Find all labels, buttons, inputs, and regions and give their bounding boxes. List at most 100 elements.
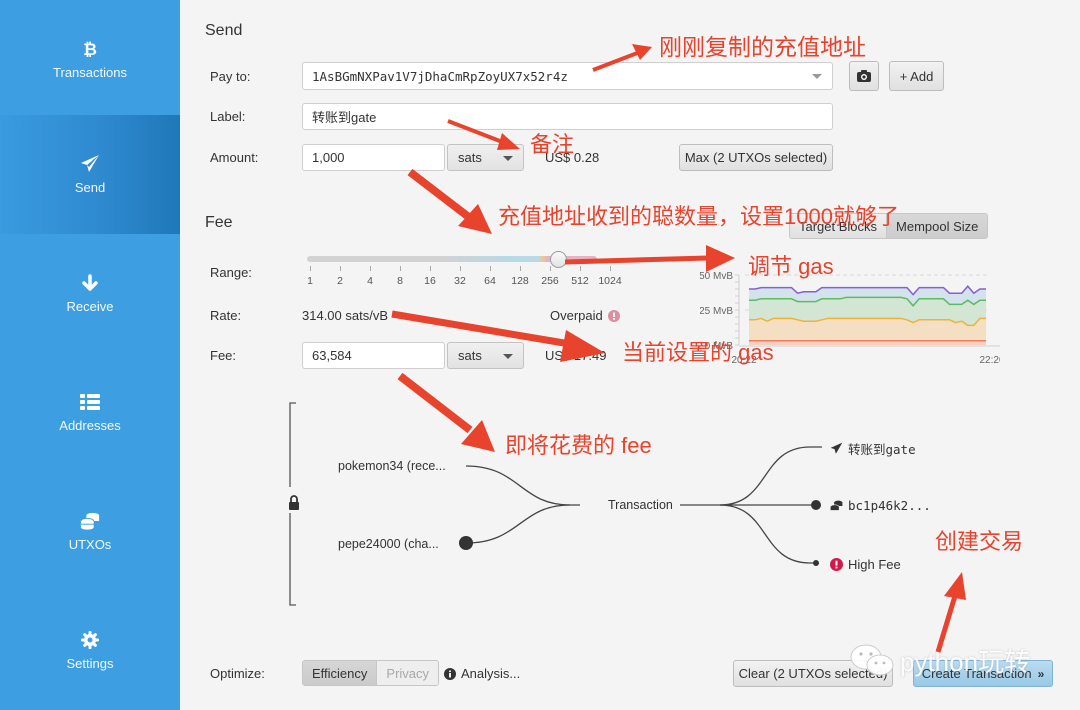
slider-tick-label: 64 bbox=[484, 275, 496, 287]
fee-value: 63,584 bbox=[312, 348, 352, 363]
slider-tick bbox=[400, 266, 401, 271]
pay-to-value: 1AsBGmNXPav1V7jDhaCmRpZoyUX7x52r4z bbox=[312, 68, 568, 84]
amount-input[interactable]: 1,000 bbox=[302, 144, 445, 171]
mempool-size-button[interactable]: Mempool Size bbox=[887, 214, 988, 238]
warning-icon bbox=[607, 309, 620, 322]
amount-value: 1,000 bbox=[312, 150, 345, 165]
watermark: python玩转 bbox=[848, 640, 1058, 680]
slider-tick-label: 1024 bbox=[598, 275, 622, 287]
slider-tick bbox=[520, 266, 521, 271]
max-amount-button[interactable]: Max (2 UTXOs selected) bbox=[679, 144, 833, 171]
chevron-down-icon bbox=[503, 155, 513, 161]
annotation-label: 备注 bbox=[530, 132, 575, 157]
annotation-gas-current: 当前设置的 gas bbox=[622, 340, 774, 365]
sidebar-item-utxos[interactable]: UTXOs bbox=[0, 472, 180, 591]
diagram-output-1[interactable]: 转账到gate bbox=[830, 439, 916, 458]
rate-value: 314.00 sats/vB bbox=[302, 308, 388, 323]
annotation-create: 创建交易 bbox=[935, 529, 1024, 554]
fee-section-title: Fee bbox=[205, 214, 233, 231]
fee-unit-value: sats bbox=[458, 348, 482, 363]
fee-input[interactable]: 63,584 bbox=[302, 342, 445, 369]
sidebar-item-addresses[interactable]: Addresses bbox=[0, 353, 180, 472]
info-icon bbox=[444, 667, 456, 680]
fee-unit-select[interactable]: sats bbox=[447, 342, 524, 369]
input-line-2 bbox=[465, 504, 571, 544]
add-recipient-button[interactable]: + Add bbox=[889, 61, 944, 91]
label-field-label: Label: bbox=[210, 109, 246, 124]
input-line-1 bbox=[465, 465, 580, 506]
output-3-dot bbox=[813, 560, 819, 566]
fee-label: Fee: bbox=[210, 348, 237, 363]
chart-y-tick-label: 25 MvB bbox=[700, 306, 733, 317]
sidebar-item-label: Transactions bbox=[53, 65, 127, 80]
scan-qr-button[interactable] bbox=[849, 61, 879, 91]
send-section-title: Send bbox=[205, 22, 243, 39]
chart-x-tick-label: 22:20 bbox=[979, 355, 1000, 366]
sidebar-item-label: Send bbox=[74, 180, 106, 195]
arrow-down-icon bbox=[80, 273, 100, 293]
inputs-bracket-top bbox=[289, 402, 296, 487]
amount-label: Amount: bbox=[210, 150, 259, 165]
diagram-input-1[interactable]: pokemon34 (rece... bbox=[338, 459, 446, 473]
efficiency-button[interactable]: Efficiency bbox=[303, 661, 378, 685]
output-2-dot bbox=[811, 500, 821, 510]
gear-icon bbox=[80, 630, 100, 650]
slider-tick-label: 512 bbox=[571, 275, 589, 287]
output-2-label: bc1p46k2... bbox=[848, 498, 931, 513]
svg-text:₿: ₿ bbox=[83, 40, 97, 59]
slider-tick bbox=[490, 266, 491, 271]
slider-tick-label: 256 bbox=[541, 275, 559, 287]
lock-icon bbox=[289, 495, 299, 510]
label-value: 转账到gate bbox=[312, 110, 377, 125]
paper-plane-icon bbox=[830, 442, 843, 454]
analysis-link[interactable]: Analysis... bbox=[444, 666, 520, 681]
analysis-label: Analysis... bbox=[461, 666, 521, 681]
paper-plane-icon bbox=[80, 154, 100, 174]
slider-tick bbox=[370, 266, 371, 271]
slider-tick-label: 16 bbox=[424, 275, 436, 287]
wechat-icon bbox=[850, 644, 894, 676]
amount-unit-select[interactable]: sats bbox=[447, 144, 524, 171]
chevron-down-icon[interactable] bbox=[812, 74, 822, 79]
sidebar-item-transactions[interactable]: ₿ Transactions bbox=[0, 0, 180, 119]
slider-tick-label: 128 bbox=[511, 275, 529, 287]
input-2-dot bbox=[459, 536, 473, 550]
annotation-amount: 充值地址收到的聪数量，设置1000就够了 bbox=[498, 204, 899, 229]
pay-to-input[interactable]: 1AsBGmNXPav1V7jDhaCmRpZoyUX7x52r4z bbox=[302, 62, 833, 90]
diagram-output-2[interactable]: bc1p46k2... bbox=[830, 498, 931, 513]
sidebar-item-receive[interactable]: Receive bbox=[0, 234, 180, 353]
annotation-address: 刚刚复制的充值地址 bbox=[659, 34, 866, 60]
chart-y-tick-label: 50 MvB bbox=[700, 271, 733, 282]
rate-label: Rate: bbox=[210, 308, 242, 323]
sidebar-item-label: Receive bbox=[66, 299, 114, 314]
diagram-input-2[interactable]: pepe24000 (cha... bbox=[338, 537, 439, 551]
sidebar-item-send[interactable]: Send bbox=[0, 115, 180, 234]
label-input[interactable]: 转账到gate bbox=[302, 103, 833, 130]
output-line-1 bbox=[680, 446, 822, 506]
list-icon bbox=[80, 392, 100, 412]
output-1-label: 转账到gate bbox=[848, 442, 916, 457]
optimize-label: Optimize: bbox=[210, 666, 265, 681]
output-3-label: High Fee bbox=[848, 557, 901, 572]
range-label: Range: bbox=[210, 265, 252, 280]
coins-icon bbox=[830, 500, 843, 510]
output-line-3 bbox=[719, 504, 815, 564]
overpaid-label: Overpaid bbox=[550, 308, 603, 323]
inputs-bracket-bottom bbox=[289, 513, 296, 606]
slider-tick bbox=[550, 266, 551, 271]
annotation-fee: 即将花费的 fee bbox=[505, 433, 652, 458]
fee-range-slider-thumb[interactable] bbox=[549, 251, 567, 268]
slider-tick bbox=[460, 266, 461, 271]
coins-icon bbox=[80, 511, 100, 531]
slider-tick bbox=[340, 266, 341, 271]
sidebar-item-label: UTXOs bbox=[68, 537, 112, 552]
bitcoin-icon: ₿ bbox=[80, 39, 100, 59]
watermark-text: python玩转 bbox=[900, 646, 1031, 677]
slider-tick bbox=[310, 266, 311, 271]
slider-tick bbox=[430, 266, 431, 271]
diagram-output-3[interactable]: High Fee bbox=[830, 557, 901, 572]
privacy-button[interactable]: Privacy bbox=[377, 661, 439, 685]
sidebar: ₿ Transactions Send Receive Addresses UT… bbox=[0, 0, 180, 710]
camera-icon bbox=[857, 70, 871, 82]
sidebar-item-settings[interactable]: Settings bbox=[0, 591, 180, 710]
